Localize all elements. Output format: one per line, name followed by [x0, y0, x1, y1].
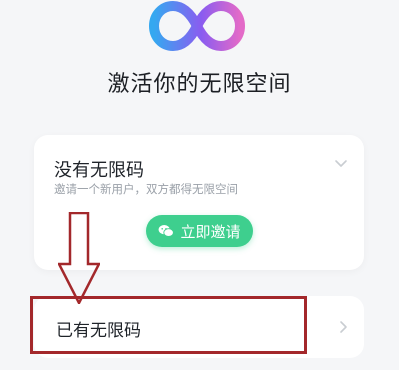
chevron-down-icon[interactable] [334, 159, 348, 169]
chevron-right-icon [340, 321, 347, 333]
wechat-icon [159, 225, 175, 237]
annotation-highlight-box [30, 296, 307, 354]
invite-now-label: 立即邀请 [180, 222, 241, 241]
invite-now-button[interactable]: 立即邀请 [146, 215, 253, 247]
no-code-card-subtitle: 邀请一个新用户，双方都得无限空间 [54, 182, 238, 196]
no-code-card-title: 没有无限码 [54, 160, 144, 181]
down-arrow-outline-icon [58, 212, 100, 304]
infinity-logo-icon [148, 0, 246, 52]
page-title: 激活你的无限空间 [107, 72, 292, 97]
